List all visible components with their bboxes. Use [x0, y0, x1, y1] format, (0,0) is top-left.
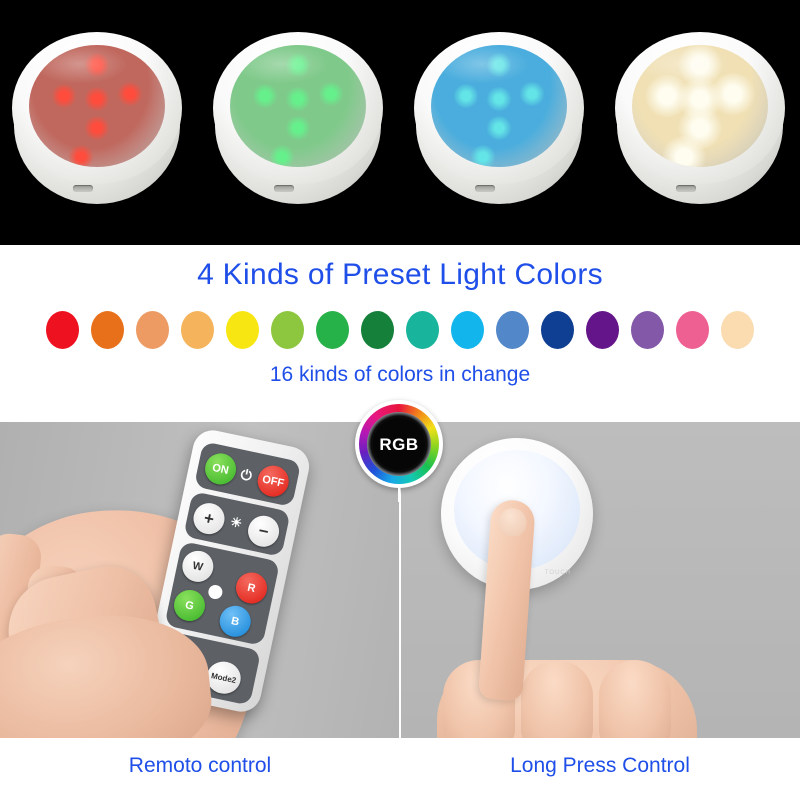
section-subline: 16 kinds of colors in change — [269, 363, 531, 386]
puck-bezel — [414, 32, 584, 184]
led-dot — [84, 86, 110, 111]
color-swatch — [541, 311, 574, 349]
color-swatch — [136, 311, 169, 349]
hero-led-showcase — [0, 0, 800, 245]
puck-lens-warm-white — [632, 45, 768, 167]
color-swatch — [316, 311, 349, 349]
brightness-up-button[interactable]: + — [190, 500, 228, 537]
led-puck-red — [12, 32, 182, 204]
led-puck-warm-white — [615, 32, 785, 204]
rgb-badge-label: RGB — [379, 434, 419, 454]
section-headline: 4 Kinds of Preset Light Colors — [197, 258, 603, 291]
color-swatch — [631, 311, 664, 349]
caption-remote-control: Remoto control — [128, 754, 272, 777]
led-dot — [268, 145, 295, 167]
hand — [437, 660, 697, 738]
led-dot — [518, 81, 545, 106]
led-dot — [660, 136, 707, 167]
puck-bezel — [615, 32, 785, 184]
color-swatch — [676, 311, 709, 349]
color-swatch — [361, 311, 394, 349]
led-dot — [285, 52, 311, 77]
led-dot — [67, 145, 94, 167]
led-dot — [486, 86, 512, 111]
puck-lens-green — [230, 45, 366, 167]
rgb-badge: RGB — [355, 400, 443, 502]
color-swatch — [496, 311, 529, 349]
color-swatch — [271, 311, 304, 349]
charging-slot-icon — [676, 185, 696, 192]
led-dot — [84, 115, 110, 140]
led-dot — [453, 84, 480, 109]
led-puck-green — [213, 32, 383, 204]
color-swatch — [406, 311, 439, 349]
remote-control-panel: ON ⏻ OFF + ☀ − W R G B Mode1 — [0, 422, 399, 738]
red-button[interactable]: R — [233, 569, 270, 607]
long-press-panel: TOUCH — [401, 422, 800, 738]
led-dot — [116, 81, 143, 106]
preset-colors-section: 4 Kinds of Preset Light Colors 16 kinds … — [0, 245, 800, 422]
charging-slot-icon — [274, 185, 294, 192]
knuckle — [599, 660, 671, 738]
puck-lens-blue — [431, 45, 567, 167]
color-swatch — [181, 311, 214, 349]
led-puck-blue — [414, 32, 584, 204]
led-dot — [469, 145, 496, 167]
fingernail — [497, 507, 528, 538]
color-swatch — [226, 311, 259, 349]
blue-button[interactable]: B — [216, 602, 254, 640]
led-dot — [84, 52, 110, 77]
led-dot — [486, 52, 512, 77]
color-swatch — [46, 311, 79, 349]
color-swatch — [91, 311, 124, 349]
brightness-icon: ☀ — [229, 513, 244, 531]
product-infographic: 4 Kinds of Preset Light Colors 16 kinds … — [0, 0, 800, 800]
led-dot — [51, 84, 78, 109]
green-button[interactable]: G — [171, 587, 208, 624]
led-dot — [252, 84, 279, 109]
puck-bezel — [213, 32, 383, 184]
puck-brand-mark: TOUCH — [544, 570, 571, 576]
rgb-badge-stem — [398, 484, 400, 502]
off-button[interactable]: OFF — [254, 462, 292, 500]
puck-lens-red — [29, 45, 165, 167]
on-button[interactable]: ON — [202, 450, 239, 488]
led-dot — [285, 115, 311, 140]
led-dot — [709, 72, 756, 115]
color-swatch — [451, 311, 484, 349]
caption-strip: Remoto control Long Press Control — [0, 738, 800, 800]
puck-bezel — [12, 32, 182, 184]
color-swatch — [586, 311, 619, 349]
led-dot — [486, 115, 512, 140]
led-dot — [317, 81, 344, 106]
charging-slot-icon — [475, 185, 495, 192]
white-button[interactable]: W — [179, 547, 217, 585]
led-dot — [285, 86, 311, 111]
brightness-down-button[interactable]: − — [245, 512, 282, 550]
led-puck-row — [0, 0, 800, 245]
color-wheel-icon[interactable] — [207, 583, 224, 601]
caption-long-press-control: Long Press Control — [510, 754, 690, 777]
rgb-badge-core: RGB — [373, 418, 425, 470]
power-icon[interactable]: ⏻ — [236, 465, 257, 484]
charging-slot-icon — [73, 185, 93, 192]
color-swatch-list — [0, 310, 800, 350]
remote-color-group: W R G B — [164, 541, 281, 646]
knuckle — [521, 660, 593, 738]
color-swatch — [721, 311, 754, 349]
